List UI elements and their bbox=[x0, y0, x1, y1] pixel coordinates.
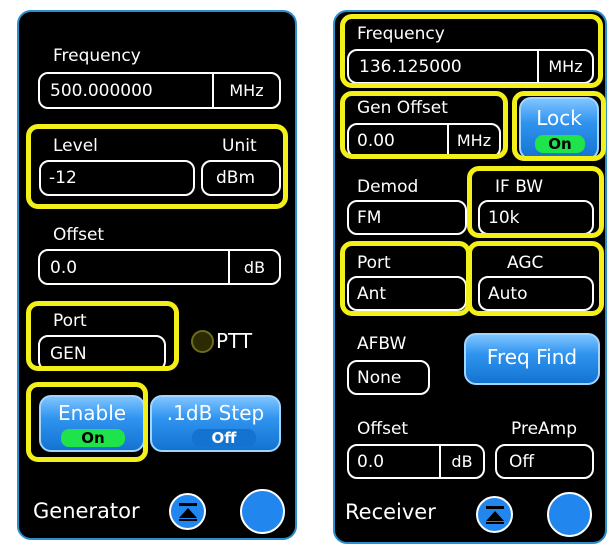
rx-gen-offset-label: Gen Offset bbox=[357, 98, 448, 118]
gen-unit-value: dBm bbox=[216, 168, 256, 188]
gen-action-button[interactable] bbox=[240, 489, 285, 534]
generator-panel: Frequency 500.000000 MHz Level Unit -12 … bbox=[17, 10, 297, 540]
rx-frequency-unit[interactable]: MHz bbox=[537, 51, 592, 82]
rx-preamp-label: PreAmp bbox=[511, 419, 578, 439]
gen-frequency-label: Frequency bbox=[53, 46, 141, 66]
rx-offset-unit[interactable]: dB bbox=[439, 446, 483, 477]
receiver-title: Receiver bbox=[345, 500, 436, 524]
rx-offset-field[interactable]: 0.0 dB bbox=[347, 444, 485, 479]
lock-state-badge: On bbox=[535, 135, 585, 153]
gen-frequency-value: 500.000000 bbox=[50, 81, 153, 101]
rx-port-label: Port bbox=[357, 253, 391, 273]
gen-level-label: Level bbox=[53, 136, 98, 156]
rx-agc-field[interactable]: Auto bbox=[478, 276, 594, 311]
rx-demod-value: FM bbox=[357, 208, 382, 228]
rx-afbw-label: AFBW bbox=[357, 334, 407, 354]
rx-port-value: Ant bbox=[357, 284, 387, 304]
rx-demod-field[interactable]: FM bbox=[347, 200, 467, 235]
gen-port-field[interactable]: GEN bbox=[38, 335, 166, 371]
gen-frequency-field[interactable]: 500.000000 MHz bbox=[38, 72, 281, 109]
gen-offset-field[interactable]: 0.0 dB bbox=[38, 249, 281, 285]
rx-eject-button[interactable] bbox=[476, 496, 513, 533]
generator-title: Generator bbox=[33, 499, 140, 523]
freq-find-button-label: Freq Find bbox=[486, 345, 578, 369]
gen-eject-button[interactable] bbox=[169, 493, 206, 530]
lock-button-label: Lock bbox=[536, 106, 582, 130]
rx-preamp-field[interactable]: Off bbox=[495, 444, 594, 479]
enable-state-badge: On bbox=[61, 429, 125, 447]
lock-button[interactable]: Lock On bbox=[519, 97, 599, 160]
rx-afbw-field[interactable]: None bbox=[347, 360, 430, 395]
rx-gen-offset-field[interactable]: 0.00 MHz bbox=[347, 123, 501, 158]
eject-icon bbox=[178, 502, 197, 521]
enable-button-label: Enable bbox=[57, 401, 127, 425]
ptt-label: PTT bbox=[216, 329, 253, 353]
step-state-badge: Off bbox=[192, 429, 256, 447]
rx-port-field[interactable]: Ant bbox=[347, 276, 467, 311]
gen-offset-label: Offset bbox=[53, 225, 105, 245]
rx-offset-value: 0.0 bbox=[357, 452, 385, 472]
rx-gen-offset-unit[interactable]: MHz bbox=[447, 125, 499, 156]
gen-unit-label: Unit bbox=[222, 136, 257, 156]
step-button[interactable]: .1dB Step Off bbox=[150, 395, 281, 452]
gen-frequency-unit[interactable]: MHz bbox=[212, 74, 279, 107]
rx-frequency-label: Frequency bbox=[357, 24, 445, 44]
gen-port-value: GEN bbox=[50, 344, 87, 364]
step-button-label: .1dB Step bbox=[166, 401, 265, 425]
gen-level-field[interactable]: -12 bbox=[39, 160, 195, 196]
freq-find-button[interactable]: Freq Find bbox=[464, 333, 600, 385]
rx-agc-label: AGC bbox=[507, 253, 544, 273]
rx-demod-label: Demod bbox=[357, 177, 419, 197]
rx-offset-label: Offset bbox=[357, 419, 409, 439]
rx-preamp-value: Off bbox=[509, 452, 535, 472]
rx-afbw-value: None bbox=[357, 368, 402, 388]
gen-level-value: -12 bbox=[49, 168, 77, 188]
rx-frequency-field[interactable]: 136.125000 MHz bbox=[347, 49, 594, 84]
gen-offset-unit[interactable]: dB bbox=[228, 251, 279, 283]
gen-port-label: Port bbox=[53, 311, 87, 331]
rx-ifbw-field[interactable]: 10k bbox=[478, 200, 594, 235]
gen-offset-value: 0.0 bbox=[50, 258, 78, 278]
ptt-indicator-icon bbox=[191, 330, 214, 353]
rx-action-button[interactable] bbox=[547, 492, 592, 537]
receiver-panel: Frequency 136.125000 MHz Gen Offset 0.00… bbox=[333, 10, 607, 544]
rx-gen-offset-value: 0.00 bbox=[357, 131, 395, 151]
rx-frequency-value: 136.125000 bbox=[359, 57, 462, 77]
rx-ifbw-label: IF BW bbox=[495, 177, 544, 197]
rx-agc-value: Auto bbox=[488, 284, 528, 304]
gen-unit-field[interactable]: dBm bbox=[201, 160, 281, 196]
rx-ifbw-value: 10k bbox=[488, 208, 520, 228]
enable-button[interactable]: Enable On bbox=[39, 395, 145, 452]
eject-icon bbox=[485, 505, 504, 524]
